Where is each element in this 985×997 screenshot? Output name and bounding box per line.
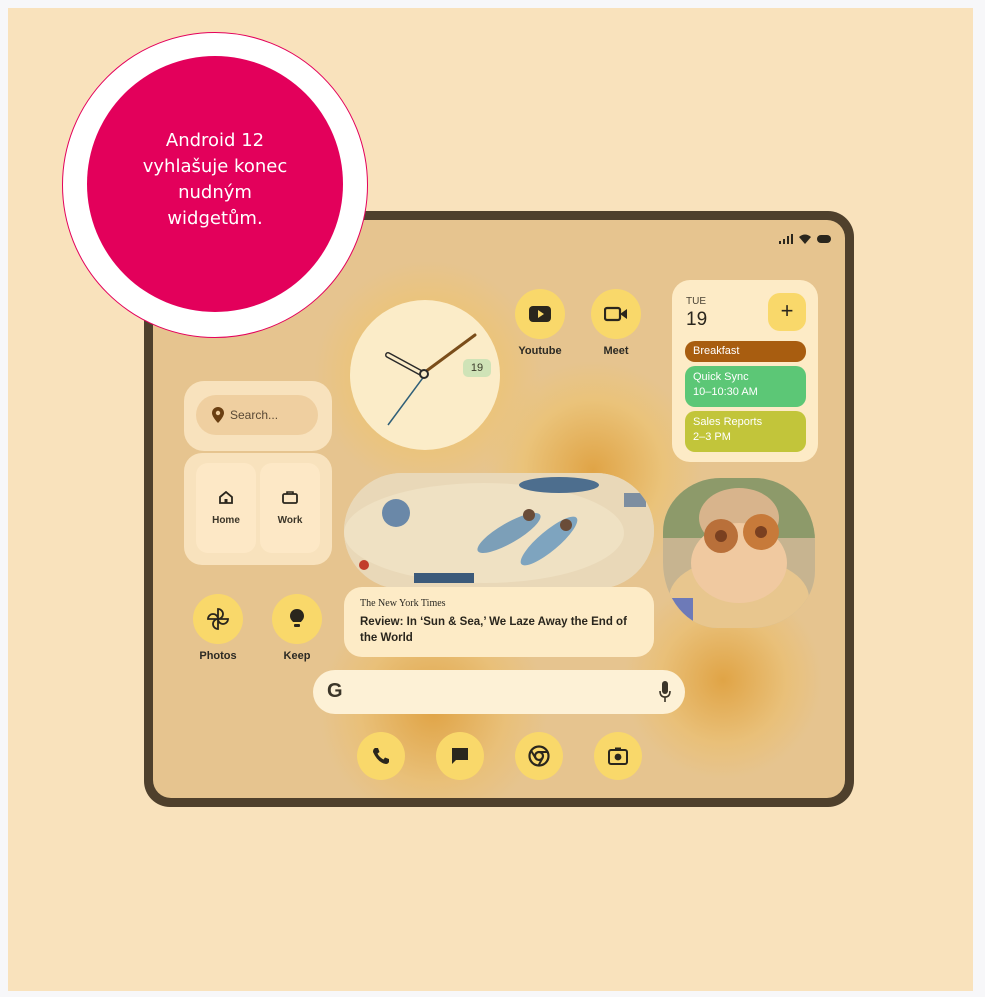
status-bar [779, 234, 831, 244]
briefcase-icon [282, 491, 298, 504]
places-widget: Home Work [184, 453, 332, 565]
calendar-widget[interactable]: TUE 19 + Breakfast Quick Sync 10–10:30 A… [672, 280, 818, 462]
pinwheel-icon [193, 594, 243, 644]
headline-line: nudným [178, 182, 252, 203]
dock-camera[interactable] [594, 732, 642, 780]
search-placeholder: Search... [230, 408, 279, 422]
clock-widget[interactable]: 19 [350, 300, 500, 450]
dock-phone[interactable] [357, 732, 405, 780]
messages-icon [452, 748, 468, 764]
dock-messages[interactable] [436, 732, 484, 780]
home-icon [219, 490, 233, 504]
photo-widget[interactable] [663, 478, 815, 628]
app-meet[interactable]: Meet [591, 289, 641, 357]
app-keep[interactable]: Keep [272, 594, 322, 662]
video-camera-icon [591, 289, 641, 339]
event-time: 10–10:30 AM [693, 386, 758, 398]
news-source: The New York Times [360, 598, 446, 609]
calendar-event[interactable]: Quick Sync 10–10:30 AM [685, 366, 806, 407]
battery-icon [817, 235, 831, 243]
app-youtube[interactable]: Youtube [515, 289, 565, 357]
app-photos[interactable]: Photos [193, 594, 243, 662]
search-widget: Search... [184, 381, 332, 451]
camera-icon [608, 747, 628, 765]
headline-text: Android 12 vyhlašuje konec nudným widget… [87, 128, 343, 232]
headline-line: Android 12 [165, 130, 265, 151]
app-label: Meet [603, 345, 629, 357]
calendar-event[interactable]: Breakfast [685, 341, 806, 362]
place-label: Home [212, 515, 240, 526]
event-time: 2–3 PM [693, 431, 731, 443]
news-card[interactable]: The New York Times Review: In ‘Sun & Sea… [344, 587, 654, 657]
place-label: Work [277, 515, 303, 526]
microphone-icon[interactable] [659, 681, 671, 703]
signal-icon [779, 234, 793, 244]
add-event-button[interactable]: + [768, 293, 806, 331]
photo-image [663, 478, 815, 628]
headline-line: vyhlašuje konec [142, 156, 288, 177]
app-label: Keep [283, 650, 311, 662]
google-search-bar[interactable]: G [313, 670, 685, 714]
chrome-icon [528, 745, 550, 767]
location-pin-icon [212, 407, 224, 423]
phone-icon [373, 748, 389, 764]
google-logo: G [327, 680, 343, 702]
news-image[interactable] [344, 473, 654, 589]
event-title: Quick Sync [693, 371, 749, 383]
beach-scene [344, 473, 654, 589]
event-title: Sales Reports [693, 416, 763, 428]
headline-line: widgetům. [167, 208, 263, 229]
lightbulb-icon [272, 594, 322, 644]
calendar-weekday: TUE [686, 296, 706, 307]
calendar-day: 19 [686, 309, 708, 330]
search-input[interactable]: Search... [196, 395, 318, 435]
wifi-icon [799, 234, 811, 244]
news-headline: Review: In ‘Sun & Sea,’ We Laze Away the… [360, 616, 627, 644]
youtube-icon [515, 289, 565, 339]
place-work[interactable]: Work [260, 463, 320, 553]
event-title: Breakfast [693, 345, 740, 357]
dock-chrome[interactable] [515, 732, 563, 780]
clock-date-badge: 19 [463, 359, 491, 377]
place-home[interactable]: Home [196, 463, 256, 553]
app-label: Photos [199, 650, 237, 662]
app-label: Youtube [518, 345, 562, 357]
page-background: 19 Youtube Meet TUE 19 + Breakfast Quick… [8, 8, 973, 991]
calendar-event[interactable]: Sales Reports 2–3 PM [685, 411, 806, 452]
